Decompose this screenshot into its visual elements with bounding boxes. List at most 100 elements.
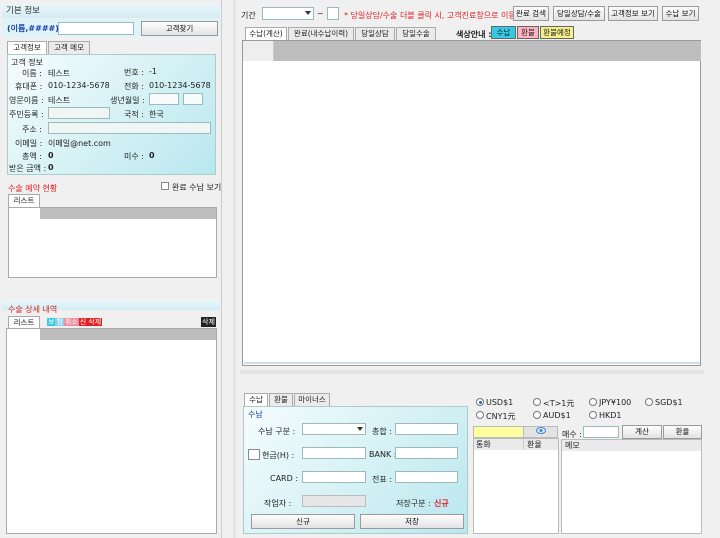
customer-search-input[interactable] bbox=[58, 22, 134, 35]
legend-payment: 수납 bbox=[491, 26, 516, 39]
main-grid-border-bottom bbox=[244, 362, 700, 364]
main-grid[interactable] bbox=[242, 40, 701, 366]
period-start-select[interactable] bbox=[262, 7, 314, 20]
payment-section-title: 수납 bbox=[248, 410, 263, 419]
tab-reservation-list[interactable]: 리스트 bbox=[8, 194, 40, 207]
no-label: 번호 : bbox=[124, 68, 144, 77]
legend-refund-expected: 환불예정 bbox=[540, 26, 574, 39]
writer-input bbox=[302, 495, 366, 507]
payment-total-label: 총합 : bbox=[372, 427, 392, 436]
resident-input[interactable] bbox=[48, 107, 110, 119]
payment-total-input[interactable] bbox=[395, 423, 458, 435]
tab-refund-entry[interactable]: 환불 bbox=[269, 393, 293, 406]
reservation-grid[interactable] bbox=[8, 207, 217, 278]
chevron-down-icon bbox=[305, 11, 311, 15]
payment-view-button[interactable]: 수납 보기 bbox=[662, 6, 699, 21]
completed-search-button[interactable]: 완료 검색 bbox=[513, 6, 549, 21]
name-value: 테스트 bbox=[48, 69, 71, 78]
tab-minus-entry[interactable]: 마이너스 bbox=[294, 393, 330, 406]
cash-checkbox[interactable] bbox=[248, 449, 260, 460]
calc-button[interactable]: 계산 bbox=[622, 425, 662, 439]
tab-customer-info[interactable]: 고객정보 bbox=[7, 41, 47, 54]
currency-radio-sgd[interactable] bbox=[645, 398, 653, 406]
today-consult-button[interactable]: 당일상담/수술 bbox=[553, 6, 605, 21]
detail-title: 수술 상세 내역 bbox=[8, 305, 58, 314]
card-input[interactable] bbox=[302, 471, 366, 483]
total-label: 총액 : bbox=[22, 152, 42, 161]
tab-today-consult[interactable]: 당일상담 bbox=[355, 27, 395, 40]
customer-search-button[interactable]: 고객찾기 bbox=[141, 21, 218, 36]
detail-grid[interactable] bbox=[6, 328, 217, 534]
currency-label-aud: AUD$1 bbox=[543, 411, 571, 420]
phone-label: 전화 : bbox=[124, 82, 144, 91]
slip-input[interactable] bbox=[395, 471, 458, 483]
period-end-input[interactable] bbox=[327, 7, 339, 20]
unpaid-label: 미수 : bbox=[124, 152, 144, 161]
mobile-label: 휴대폰 : bbox=[15, 82, 43, 91]
currency-label-jpy: JPY¥100 bbox=[599, 398, 632, 407]
birth-input[interactable] bbox=[149, 93, 179, 105]
tag-delete: 삭제 bbox=[87, 318, 103, 326]
name-label: 이름 : bbox=[22, 69, 42, 78]
tab-today-surgery[interactable]: 당일수술 bbox=[396, 27, 436, 40]
no-value: -1 bbox=[149, 67, 157, 76]
address-label: 주소 : bbox=[22, 125, 42, 134]
new-button[interactable]: 신규 bbox=[251, 514, 355, 529]
currency-grid-search-icon-cell[interactable] bbox=[523, 426, 558, 438]
currency-label-twd: <T>1元 bbox=[543, 399, 575, 408]
payment-type-label: 수납 구분 : bbox=[258, 427, 296, 436]
show-completed-checkbox[interactable] bbox=[161, 182, 169, 190]
currency-radio-jpy[interactable] bbox=[589, 398, 597, 406]
bank-input[interactable] bbox=[395, 447, 458, 459]
memo-grid[interactable]: 메모 bbox=[561, 439, 702, 534]
basic-info-header: 기본 정보 bbox=[2, 4, 220, 18]
email-label: 이메일 : bbox=[15, 139, 43, 148]
birth-input-2[interactable] bbox=[183, 93, 203, 105]
payment-type-select[interactable] bbox=[302, 423, 366, 435]
tab-payment-entry[interactable]: 수납 bbox=[244, 393, 268, 406]
currency-label-sgd: SGD$1 bbox=[655, 398, 683, 407]
customer-info-panel: 고객 정보 이름 : 테스트 번호 : -1 휴대폰 : 010-1234-56… bbox=[7, 54, 216, 175]
currency-radio-cny[interactable] bbox=[476, 411, 484, 419]
currency-radio-aud[interactable] bbox=[533, 411, 541, 419]
rate-button[interactable]: 환율 bbox=[663, 425, 702, 439]
color-legend-label: 색상안내 : bbox=[456, 30, 492, 39]
customer-info-title: 고객 정보 bbox=[11, 58, 43, 67]
tab-payment-calc[interactable]: 수납(계산) bbox=[245, 27, 287, 40]
writer-label: 작업자 : bbox=[264, 499, 292, 508]
vertical-splitter[interactable] bbox=[233, 0, 236, 538]
mobile-value: 010-1234-5678 bbox=[48, 81, 110, 90]
tab-customer-memo[interactable]: 고객 메모 bbox=[48, 41, 90, 54]
save-type-value: 신규 bbox=[434, 499, 449, 508]
nation-value: 한국 bbox=[149, 110, 164, 119]
rate-qty-input[interactable] bbox=[583, 426, 619, 438]
payment-entry-panel: 수납 수납 구분 : 총합 : 현금(H) : BANK : CARD : 전표… bbox=[243, 406, 468, 534]
email-value: 이메일@net.com bbox=[48, 139, 111, 148]
cash-input[interactable] bbox=[302, 447, 366, 459]
currency-radio-twd[interactable] bbox=[533, 398, 541, 406]
period-tilde: ~ bbox=[317, 9, 324, 18]
currency-grid-col-currency: 통화 bbox=[474, 439, 524, 450]
received-value: 0 bbox=[48, 163, 54, 172]
currency-grid-col-rate: 환율 bbox=[524, 439, 558, 450]
period-label: 기간 bbox=[241, 11, 256, 20]
tag-cancel: 취소 bbox=[63, 318, 79, 326]
save-type-label: 저장구분 : bbox=[396, 499, 431, 508]
received-label: 받은 금액 : bbox=[9, 164, 47, 173]
legend-refund: 환불 bbox=[517, 26, 539, 39]
currency-label-usd: USD$1 bbox=[486, 398, 514, 407]
currency-radio-usd[interactable] bbox=[476, 398, 484, 406]
tag-new: 신 bbox=[78, 318, 88, 326]
currency-radio-hkd[interactable] bbox=[589, 411, 597, 419]
horizontal-splitter[interactable] bbox=[240, 370, 704, 374]
eng-name-value: 테스트 bbox=[48, 96, 71, 105]
slip-label: 전표 : bbox=[372, 475, 392, 484]
customer-info-view-button[interactable]: 고객정보 보기 bbox=[608, 6, 658, 21]
chevron-down-icon bbox=[357, 427, 363, 431]
save-button[interactable]: 저장 bbox=[360, 514, 464, 529]
show-completed-label: 완료 수납 보기 bbox=[172, 183, 222, 192]
address-input[interactable] bbox=[48, 122, 211, 134]
currency-grid[interactable]: 통화 환율 bbox=[473, 438, 559, 534]
tab-completed-history[interactable]: 완료(내수납이력) bbox=[288, 27, 354, 40]
left-panel: 기본 정보 (이름,####) 고객찾기 고객정보 고객 메모 고객 정보 이름… bbox=[0, 0, 222, 538]
